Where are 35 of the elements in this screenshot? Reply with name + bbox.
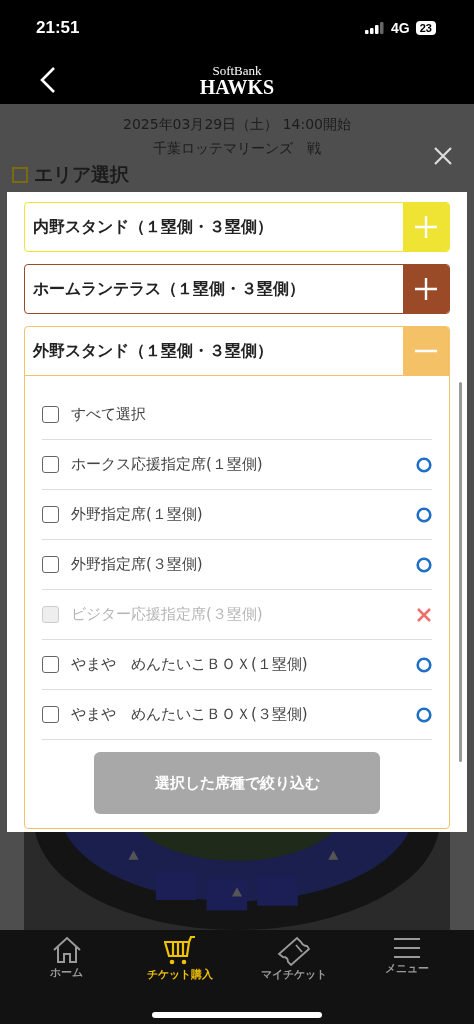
- area-accordion[interactable]: ホームランテラス（１塁側・３塁側）: [24, 264, 450, 314]
- tab[interactable]: メニュー: [350, 936, 464, 986]
- area-accordion[interactable]: 内野スタンド（１塁側・３塁側）: [24, 202, 450, 252]
- checkbox[interactable]: [42, 456, 59, 473]
- seat-label: ホークス応援指定席(１塁側): [71, 455, 264, 474]
- checkbox[interactable]: [42, 706, 59, 723]
- checkbox[interactable]: [42, 406, 59, 423]
- seat-label: やまや めんたいこＢＯＸ(１塁側): [71, 655, 309, 674]
- area-label: ホームランテラス（１塁側・３塁側）: [32, 278, 306, 300]
- signal-icon: [365, 22, 386, 34]
- checkbox[interactable]: [42, 656, 59, 673]
- seat-label: 外野指定席(３塁側): [71, 555, 204, 574]
- network-label: 4G: [391, 20, 410, 36]
- menu-icon: [393, 936, 422, 960]
- ticket-icon: [276, 936, 311, 966]
- area-label: 外野スタンド（１塁側・３塁側）: [31, 340, 274, 362]
- tab[interactable]: チケット購入: [123, 936, 237, 986]
- expand-icon[interactable]: [403, 265, 449, 313]
- checkbox[interactable]: [42, 556, 59, 573]
- checkbox[interactable]: [42, 506, 59, 523]
- cart-icon: [164, 936, 197, 966]
- seat-label: すべて選択: [71, 405, 147, 424]
- battery-indicator: 23: [415, 21, 436, 35]
- team-logo: SoftBank HAWKS: [199, 63, 275, 97]
- close-icon[interactable]: [433, 146, 453, 166]
- seat-label: ビジター応援指定席(３塁側): [71, 605, 264, 624]
- seat-label: やまや めんたいこＢＯＸ(３塁側): [71, 705, 309, 724]
- seat-label: 外野指定席(１塁側): [71, 505, 204, 524]
- tab[interactable]: ホーム: [10, 936, 124, 986]
- home-icon: [51, 936, 82, 964]
- tab[interactable]: マイチケット: [237, 936, 351, 986]
- area-label: 内野スタンド（１塁側・３塁側）: [32, 216, 274, 238]
- status-time: 21:51: [36, 18, 80, 38]
- back-icon[interactable]: [40, 67, 56, 93]
- section-marker: [12, 167, 28, 183]
